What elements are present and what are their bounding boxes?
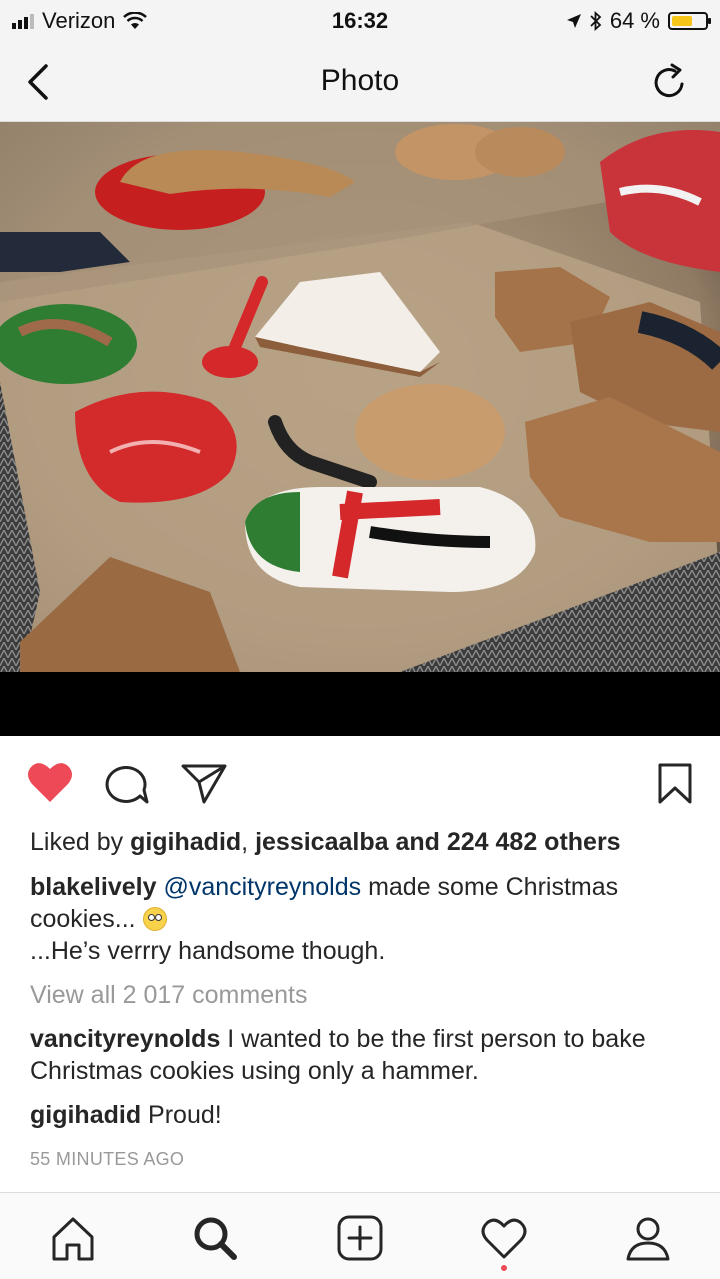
post-photo[interactable] [0, 122, 720, 736]
comment-item: gigihadid Proud! [30, 1099, 700, 1131]
refresh-icon[interactable] [650, 60, 690, 104]
comment-text: Proud! [141, 1101, 222, 1129]
bluetooth-icon [590, 11, 602, 31]
bookmark-icon[interactable] [656, 762, 694, 806]
liker-username[interactable]: jessicaalba [255, 828, 388, 856]
caption-text: blakelively @vancityreynolds made some C… [30, 871, 700, 935]
profile-icon[interactable] [623, 1213, 673, 1263]
view-all-comments-link[interactable]: View all 2 017 comments [30, 979, 700, 1011]
comment-item: vancityreynolds I wanted to be the first… [30, 1023, 700, 1087]
flushed-face-emoji-icon [142, 907, 167, 931]
add-post-icon[interactable] [335, 1213, 385, 1263]
comment-username[interactable]: vancityreynolds [30, 1025, 220, 1053]
heart-icon[interactable] [26, 760, 74, 804]
comment-icon[interactable] [104, 762, 150, 806]
share-icon[interactable] [180, 762, 228, 806]
search-icon[interactable] [190, 1213, 240, 1263]
battery-icon [668, 12, 711, 30]
battery-fill [672, 16, 693, 26]
post-actions [0, 756, 720, 812]
likes-count[interactable]: and 224 482 others [389, 828, 620, 856]
likes-separator: , [241, 828, 256, 856]
post-timestamp: 55 MINUTES AGO [30, 1149, 185, 1169]
battery-percent: 64 % [609, 8, 660, 33]
status-right: 64 % [566, 8, 711, 34]
post-details: Liked by gigihadid, jessicaalba and 224 … [30, 826, 700, 1175]
mention-link[interactable]: @vancityreynolds [163, 873, 361, 901]
cookies-photo-illustration [0, 122, 720, 736]
tab-bar [0, 1192, 720, 1279]
likes-line: Liked by gigihadid, jessicaalba and 224 … [30, 826, 700, 858]
likes-prefix: Liked by [30, 828, 131, 856]
comment-username[interactable]: gigihadid [30, 1101, 141, 1129]
liker-username[interactable]: gigihadid [130, 828, 241, 856]
author-username[interactable]: blakelively [30, 873, 156, 901]
nav-bar: Photo [0, 40, 720, 122]
home-icon[interactable] [48, 1213, 98, 1263]
caption-line-2: ...He’s verrry handsome though. [30, 937, 386, 965]
activity-heart-icon[interactable] [479, 1213, 529, 1263]
location-arrow-icon [566, 14, 581, 28]
status-bar: Verizon 16:32 64 % [0, 0, 720, 40]
page-title: Photo [320, 64, 400, 97]
notification-dot [501, 1265, 507, 1271]
